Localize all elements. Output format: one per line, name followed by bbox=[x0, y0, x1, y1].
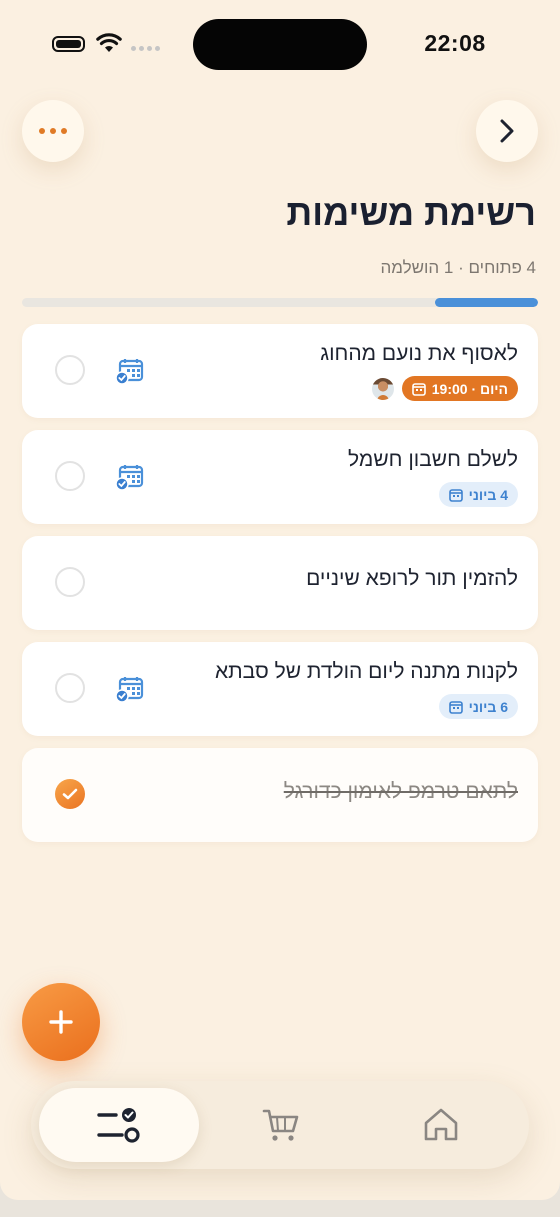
home-icon bbox=[424, 1108, 458, 1141]
more-dots-icon bbox=[39, 128, 67, 134]
tasks-icon bbox=[97, 1108, 140, 1143]
app-screen: 22:08 רשימת משימות 4 פתוחים · 1 הושלמה ל… bbox=[0, 0, 560, 1200]
task-item[interactable]: להזמין תור לרופא שיניים bbox=[22, 536, 538, 630]
task-title: לתאם טרמפ לאימון כדורגל bbox=[283, 780, 518, 803]
due-chip-label: היום · 19:00 bbox=[431, 380, 508, 397]
status-bar: 22:08 bbox=[0, 0, 560, 90]
task-item[interactable]: לאסוף את נועם מהחוג היום · 19:00 bbox=[22, 324, 538, 418]
task-meta: היום · 19:00 bbox=[371, 376, 518, 401]
progress-fill bbox=[434, 298, 538, 307]
task-summary: 4 פתוחים · 1 הושלמה bbox=[380, 258, 536, 277]
status-time: 22:08 bbox=[424, 30, 486, 56]
page-title: רשימת משימות bbox=[286, 192, 536, 233]
checkmark-icon bbox=[62, 788, 78, 800]
add-task-button[interactable] bbox=[22, 983, 100, 1061]
more-options-button[interactable] bbox=[22, 100, 84, 162]
calendar-check-icon bbox=[116, 465, 144, 491]
task-checkbox[interactable] bbox=[55, 567, 85, 597]
due-chip-label: 4 ביוני bbox=[468, 486, 508, 503]
avatar bbox=[371, 377, 394, 400]
task-list: לאסוף את נועם מהחוג היום · 19:00 לשלם חש… bbox=[22, 324, 538, 854]
cart-icon bbox=[262, 1109, 299, 1141]
battery-icon bbox=[52, 36, 85, 52]
task-checkbox[interactable] bbox=[55, 461, 85, 491]
nav-shopping[interactable] bbox=[231, 1088, 331, 1162]
calendar-icon bbox=[448, 700, 463, 714]
dynamic-island bbox=[193, 19, 367, 70]
back-button[interactable] bbox=[476, 100, 538, 162]
calendar-check-icon bbox=[116, 359, 144, 385]
calendar-check-icon bbox=[116, 677, 144, 703]
task-title: לשלם חשבון חשמל bbox=[348, 448, 518, 471]
due-chip: היום · 19:00 bbox=[401, 376, 518, 401]
due-chip: 6 ביוני bbox=[438, 694, 518, 719]
nav-tasks[interactable] bbox=[39, 1088, 199, 1162]
task-checkbox[interactable] bbox=[55, 673, 85, 703]
calendar-icon bbox=[411, 382, 426, 396]
bottom-nav bbox=[31, 1081, 529, 1169]
task-title: להזמין תור לרופא שיניים bbox=[306, 567, 518, 590]
due-chip-label: 6 ביוני bbox=[468, 698, 508, 715]
task-title: לקנות מתנה ליום הולדת של סבתא bbox=[214, 660, 518, 683]
cellular-signal-icon bbox=[131, 46, 160, 51]
task-item[interactable]: לשלם חשבון חשמל 4 ביוני bbox=[22, 430, 538, 524]
calendar-icon bbox=[448, 488, 463, 502]
task-checkbox-checked[interactable] bbox=[55, 779, 85, 809]
task-meta: 4 ביוני bbox=[438, 482, 518, 507]
task-checkbox[interactable] bbox=[55, 355, 85, 385]
task-item[interactable]: לקנות מתנה ליום הולדת של סבתא 6 ביוני bbox=[22, 642, 538, 736]
nav-home[interactable] bbox=[391, 1088, 491, 1162]
task-title: לאסוף את נועם מהחוג bbox=[320, 342, 518, 365]
task-item-completed[interactable]: לתאם טרמפ לאימון כדורגל bbox=[22, 748, 538, 842]
wifi-icon bbox=[96, 33, 122, 52]
progress-bar bbox=[22, 298, 538, 307]
plus-icon bbox=[49, 1010, 73, 1034]
chevron-right-icon bbox=[500, 119, 514, 143]
due-chip: 4 ביוני bbox=[438, 482, 518, 507]
task-meta: 6 ביוני bbox=[438, 694, 518, 719]
